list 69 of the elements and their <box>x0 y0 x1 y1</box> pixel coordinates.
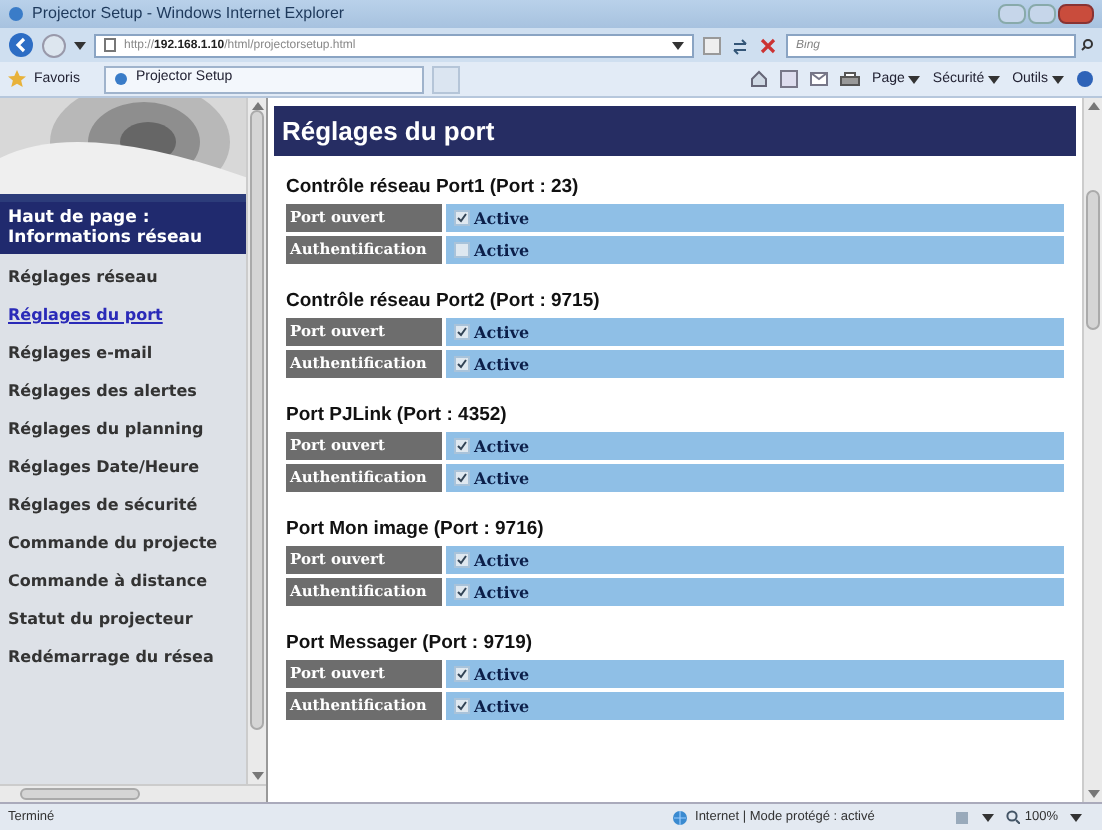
feed-icon[interactable] <box>780 70 799 88</box>
checkbox[interactable] <box>454 210 470 226</box>
caret-icon[interactable] <box>74 41 86 49</box>
checkbox-label: Active <box>474 434 530 458</box>
checkbox[interactable] <box>454 666 470 682</box>
checkbox-label: Active <box>474 320 530 344</box>
home-icon[interactable] <box>750 70 769 88</box>
checkbox[interactable] <box>454 698 470 714</box>
star-icon <box>8 70 26 88</box>
browser-icon <box>8 6 24 22</box>
section-title: Contrôle réseau Port2 (Port : 9715) <box>286 290 602 314</box>
scroll-thumb[interactable] <box>250 110 264 730</box>
stop-icon[interactable] <box>758 35 778 55</box>
horizontal-scrollbar[interactable] <box>0 784 266 802</box>
caret-icon[interactable] <box>988 75 1001 83</box>
scroll-thumb[interactable] <box>1086 190 1100 330</box>
checkbox[interactable] <box>454 584 470 600</box>
sidebar-link[interactable]: Statut du projecteur <box>8 608 238 632</box>
window-title: Projector Setup - Windows Internet Explorer <box>32 6 345 22</box>
mail-icon[interactable] <box>810 72 829 86</box>
checkbox[interactable] <box>454 356 470 372</box>
checkbox[interactable] <box>454 324 470 340</box>
scroll-thumb[interactable] <box>20 788 140 800</box>
checkbox-label: Active <box>474 206 530 230</box>
checkbox[interactable] <box>454 438 470 454</box>
scroll-down-icon[interactable] <box>251 772 263 780</box>
sidebar-link[interactable]: Redémarrage du résea <box>8 646 238 670</box>
page-icon <box>104 38 116 52</box>
checkbox-label: Active <box>474 238 530 262</box>
section-title: Contrôle réseau Port1 (Port : 23) <box>286 176 581 200</box>
sidebar-link[interactable]: Réglages e-mail <box>8 342 238 366</box>
checkbox-label: Active <box>474 548 530 572</box>
checkbox-label: Active <box>474 694 530 718</box>
globe-icon <box>671 809 688 825</box>
home-link[interactable]: Haut de page : Informations réseau <box>0 202 246 254</box>
sidebar-link[interactable]: Réglages Date/Heure <box>8 456 238 480</box>
checkbox-label: Active <box>474 352 530 376</box>
checkbox[interactable] <box>454 470 470 486</box>
sidebar-link[interactable]: Commande du projecte <box>8 532 238 556</box>
section-title: Port Mon image (Port : 9716) <box>286 518 546 542</box>
back-icon[interactable] <box>8 32 34 58</box>
sidebar-link[interactable]: Réglages réseau <box>8 266 238 290</box>
section-title: Port PJLink (Port : 4352) <box>286 404 509 428</box>
caret-icon[interactable] <box>672 41 684 49</box>
checkbox-label: Active <box>474 580 530 604</box>
section-title: Port Messager (Port : 9719) <box>286 632 535 656</box>
search-icon[interactable] <box>1080 38 1094 52</box>
checkbox-label: Active <box>474 662 530 686</box>
refresh-icon[interactable] <box>730 35 750 55</box>
magnifier-icon <box>1006 810 1021 824</box>
scroll-down-icon[interactable] <box>1087 790 1099 798</box>
sidebar-link[interactable]: Commande à distance <box>8 570 238 594</box>
page-title: Réglages du port <box>274 106 1076 156</box>
caret-icon[interactable] <box>908 75 921 83</box>
help-icon[interactable] <box>1076 70 1094 88</box>
caret-icon[interactable] <box>982 813 995 821</box>
caret-icon[interactable] <box>1070 813 1082 821</box>
sidebar-link[interactable]: Réglages du planning <box>8 418 238 442</box>
sidebar-link[interactable]: Réglages des alertes <box>8 380 238 404</box>
caret-icon[interactable] <box>1052 75 1064 83</box>
checkbox-label: Active <box>474 466 530 490</box>
checkbox[interactable] <box>454 242 470 258</box>
browser-icon <box>113 72 128 86</box>
checkbox[interactable] <box>454 552 470 568</box>
sidebar-link[interactable]: Réglages du port <box>8 304 238 328</box>
scroll-up-icon[interactable] <box>1087 102 1099 110</box>
close-button[interactable] <box>1058 4 1094 24</box>
sidebar-link[interactable]: Réglages de sécurité <box>8 494 238 518</box>
printer-icon[interactable] <box>840 71 861 87</box>
